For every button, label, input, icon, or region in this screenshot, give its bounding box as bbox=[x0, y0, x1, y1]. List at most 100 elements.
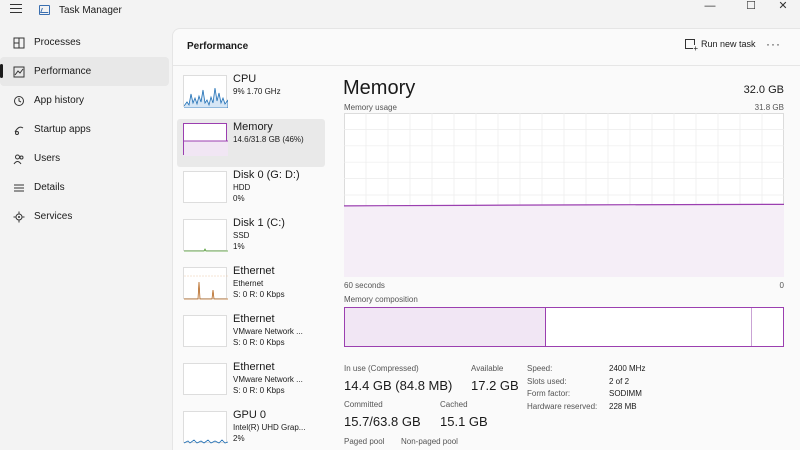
device-memory[interactable]: Memory 14.6/31.8 GB (46%) bbox=[177, 119, 325, 167]
device-name: GPU 0 bbox=[233, 409, 267, 421]
close-button[interactable]: ✕ bbox=[763, 0, 800, 12]
run-new-task-label: Run new task bbox=[701, 39, 756, 49]
minimize-button[interactable]: — bbox=[690, 0, 730, 12]
stat-label: Paged pool bbox=[344, 437, 385, 446]
disk-1-thumbnail bbox=[183, 219, 228, 252]
run-task-icon bbox=[685, 39, 698, 53]
sidebar-item-startup-apps[interactable]: Startup apps bbox=[0, 115, 169, 144]
device-disk-0[interactable]: Disk 0 (G: D:) HDD 0% bbox=[177, 167, 325, 215]
stat-available: Available 17.2 GB bbox=[471, 364, 519, 395]
memory-usage-graph bbox=[344, 113, 784, 277]
device-detail: Ethernet bbox=[233, 279, 264, 288]
stat-committed: Committed 15.7/63.8 GB bbox=[344, 400, 421, 431]
detail-title: Memory bbox=[343, 77, 416, 99]
device-detail: 1% bbox=[233, 242, 245, 251]
startup-icon bbox=[12, 123, 26, 137]
stat-paged-pool: Paged pool bbox=[344, 437, 384, 447]
stat-value: 15.7/63.8 GB bbox=[344, 414, 421, 429]
stat-value: 17.2 GB bbox=[471, 378, 519, 393]
spec-label: Speed: bbox=[527, 364, 553, 373]
memory-total: 32.0 GB bbox=[743, 84, 784, 96]
device-ethernet-3[interactable]: Ethernet VMware Network ... S: 0 R: 0 Kb… bbox=[177, 359, 325, 407]
device-detail: 14.6/31.8 GB (46%) bbox=[233, 135, 304, 144]
sidebar-item-details[interactable]: Details bbox=[0, 173, 169, 202]
processes-icon bbox=[12, 36, 26, 50]
stat-value: 15.1 GB bbox=[440, 414, 488, 429]
composition-in-use-segment bbox=[345, 308, 546, 346]
graph-axis-right-label: 0 bbox=[779, 281, 784, 290]
sidebar-item-label: App history bbox=[34, 95, 85, 106]
device-name: Memory bbox=[233, 121, 273, 133]
device-cpu[interactable]: CPU 9% 1.70 GHz bbox=[177, 71, 325, 119]
device-detail: 2% bbox=[233, 434, 245, 443]
device-detail: 9% 1.70 GHz bbox=[233, 87, 281, 96]
details-icon bbox=[12, 181, 26, 195]
device-gpu-0[interactable]: GPU 0 Intel(R) UHD Grap... 2% bbox=[177, 407, 325, 450]
users-icon bbox=[12, 152, 26, 166]
stat-value: 14.4 GB (84.8 MB) bbox=[344, 378, 453, 393]
sidebar-item-label: Details bbox=[34, 182, 65, 193]
sidebar-item-users[interactable]: Users bbox=[0, 144, 169, 173]
ethernet-3-thumbnail bbox=[183, 363, 227, 395]
memory-composition-label: Memory composition bbox=[344, 295, 418, 304]
stat-label: Committed bbox=[344, 400, 383, 409]
ethernet-2-thumbnail bbox=[183, 315, 227, 347]
sidebar-item-app-history[interactable]: App history bbox=[0, 86, 169, 115]
device-name: Ethernet bbox=[233, 265, 275, 277]
stat-label: Cached bbox=[440, 400, 468, 409]
graph-axis-left-label: 60 seconds bbox=[344, 281, 385, 290]
memory-composition-bar bbox=[344, 307, 784, 347]
device-detail: S: 0 R: 0 Kbps bbox=[233, 338, 285, 347]
ethernet-1-thumbnail bbox=[183, 267, 228, 300]
device-name: Ethernet bbox=[233, 361, 275, 373]
device-name: Ethernet bbox=[233, 313, 275, 325]
spec-label: Slots used: bbox=[527, 376, 567, 386]
sidebar-item-performance[interactable]: Performance bbox=[0, 57, 169, 86]
memory-usage-area bbox=[344, 204, 784, 277]
device-name: CPU bbox=[233, 73, 257, 85]
device-detail: VMware Network ... bbox=[233, 375, 303, 384]
device-detail: SSD bbox=[233, 231, 250, 240]
composition-standby-segment bbox=[752, 308, 783, 346]
sidebar-item-label: Processes bbox=[34, 37, 81, 48]
device-detail: 0% bbox=[233, 194, 245, 203]
device-disk-1[interactable]: Disk 1 (C:) SSD 1% bbox=[177, 215, 325, 263]
stat-in-use: In use (Compressed) 14.4 GB (84.8 MB) bbox=[344, 364, 452, 395]
disk-0-thumbnail bbox=[183, 171, 227, 203]
spec-value: 228 MB bbox=[609, 401, 637, 411]
device-detail: VMware Network ... bbox=[233, 327, 303, 336]
device-detail: S: 0 R: 0 Kbps bbox=[233, 290, 285, 299]
device-detail: S: 0 R: 0 Kbps bbox=[233, 386, 285, 395]
history-icon bbox=[12, 94, 26, 108]
stat-label: Non-paged pool bbox=[401, 437, 458, 446]
spec-value: 2400 MHz bbox=[609, 364, 646, 373]
performance-icon bbox=[12, 65, 26, 79]
sidebar-item-label: Users bbox=[34, 153, 61, 164]
device-detail: HDD bbox=[233, 183, 251, 192]
stat-label: In use (Compressed) bbox=[344, 364, 419, 373]
spec-value: SODIMM bbox=[609, 389, 642, 398]
sidebar: Processes Performance App history Startu… bbox=[0, 28, 172, 231]
hamburger-menu-icon[interactable] bbox=[10, 4, 22, 16]
device-list: CPU 9% 1.70 GHz Memory 14.6/31.8 GB (46%… bbox=[177, 71, 325, 450]
sidebar-item-services[interactable]: Services bbox=[0, 202, 169, 231]
more-options-button[interactable]: ··· bbox=[766, 37, 781, 51]
device-ethernet-1[interactable]: Ethernet Ethernet S: 0 R: 0 Kbps bbox=[177, 263, 325, 311]
device-ethernet-2[interactable]: Ethernet VMware Network ... S: 0 R: 0 Kb… bbox=[177, 311, 325, 359]
page-title: Performance bbox=[187, 41, 249, 52]
cpu-thumbnail bbox=[183, 75, 228, 108]
device-name: Disk 0 (G: D:) bbox=[233, 169, 300, 181]
services-icon bbox=[12, 210, 26, 224]
run-new-task-button[interactable]: Run new task bbox=[685, 39, 756, 53]
stat-cached: Cached 15.1 GB bbox=[440, 400, 488, 431]
stat-label: Available bbox=[471, 364, 504, 373]
spec-label: Form factor: bbox=[527, 389, 571, 398]
spec-value: 2 of 2 bbox=[609, 376, 630, 386]
memory-usage-label: Memory usage bbox=[344, 103, 397, 112]
gpu-0-thumbnail bbox=[183, 411, 228, 444]
sidebar-item-processes[interactable]: Processes bbox=[0, 28, 169, 57]
sidebar-item-label: Startup apps bbox=[34, 124, 91, 135]
memory-usage-max: 31.8 GB bbox=[754, 103, 784, 112]
task-manager-logo-icon bbox=[39, 5, 50, 15]
header-divider bbox=[173, 65, 800, 66]
